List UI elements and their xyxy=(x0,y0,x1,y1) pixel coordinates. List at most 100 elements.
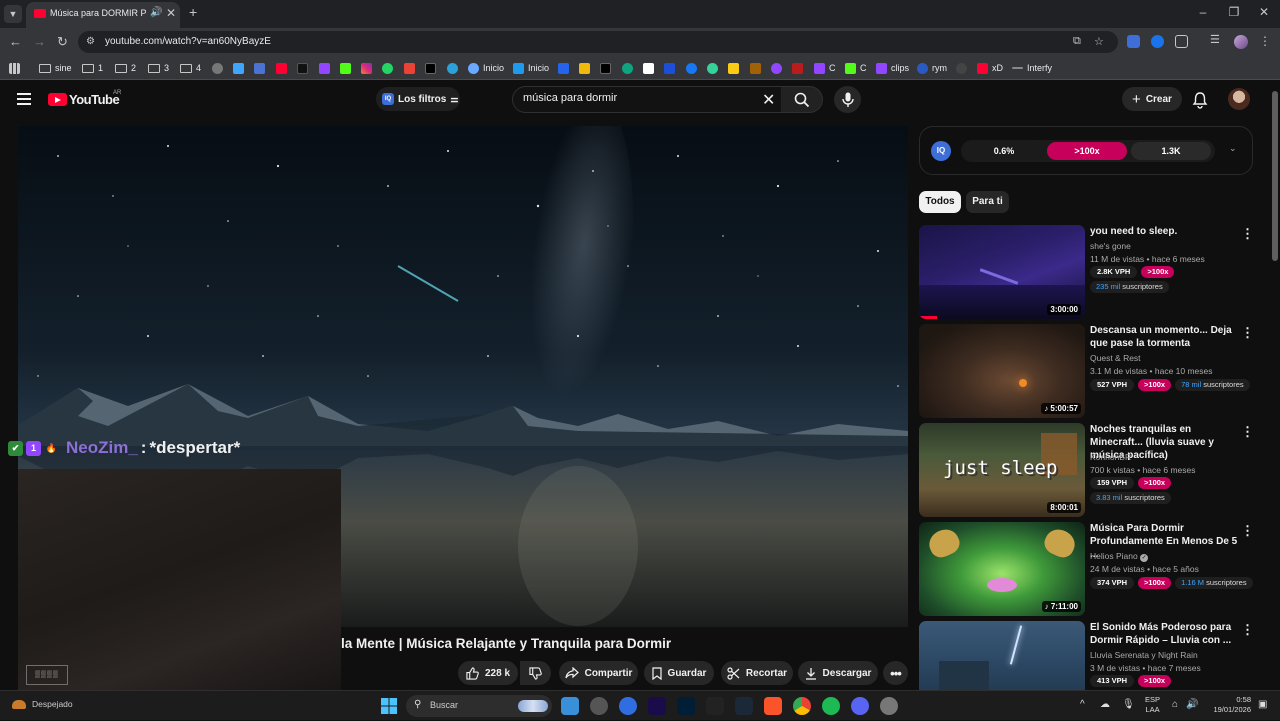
facebook-bookmark-icon[interactable] xyxy=(686,61,697,75)
bookmark-icon[interactable] xyxy=(750,61,761,75)
gmail-bookmark-icon[interactable] xyxy=(404,61,415,75)
minimize-button[interactable]: – xyxy=(1193,5,1213,19)
video-title[interactable]: Descansa un momento... Deja que pase la … xyxy=(1090,324,1238,350)
channel-name[interactable]: Helios Piano ✓ xyxy=(1090,551,1149,562)
chip-for-you[interactable]: Para ti xyxy=(966,191,1009,213)
video-title[interactable]: you need to sleep. xyxy=(1090,225,1238,238)
forward-button[interactable]: → xyxy=(33,34,46,49)
more-vertical-icon[interactable]: ⋮ xyxy=(1241,622,1254,638)
recommendation-item[interactable]: El Sonido Más Poderoso para Dormir Rápid… xyxy=(919,621,1263,690)
speaker-icon[interactable]: 🔊 xyxy=(150,7,162,18)
clip-button[interactable]: Recortar xyxy=(721,661,793,685)
clear-search-icon[interactable]: ✕ xyxy=(762,90,775,110)
filters-button[interactable]: IQ Los filtros ⚌ xyxy=(376,87,460,111)
bookmark-icon[interactable] xyxy=(233,61,244,75)
chip-all[interactable]: Todos xyxy=(919,191,961,213)
video-thumbnail[interactable]: 3:00:00 xyxy=(919,225,1085,319)
chrome-icon[interactable] xyxy=(793,697,811,715)
share-button[interactable]: Compartir xyxy=(559,661,638,685)
bookmark-interfy[interactable]: Interfy xyxy=(1012,61,1052,75)
video-thumbnail[interactable]: just sleep 8:00:01 xyxy=(919,423,1085,517)
bookmark-folder-4[interactable]: 4 xyxy=(180,61,201,75)
app-icon[interactable] xyxy=(619,697,637,715)
user-avatar[interactable] xyxy=(1228,88,1250,110)
video-thumbnail[interactable]: ♪ 7:11:00 xyxy=(919,522,1085,616)
binance-bookmark-icon[interactable] xyxy=(579,61,590,75)
youtube-logo-text[interactable]: YouTube xyxy=(69,92,120,107)
chrome-profile-avatar[interactable] xyxy=(1234,35,1248,49)
site-info-icon[interactable]: ⚙ xyxy=(86,36,95,47)
bookmark-folder-1[interactable]: 1 xyxy=(82,61,103,75)
bookmark-icon[interactable] xyxy=(643,61,654,75)
outlier-stat[interactable]: >100x xyxy=(1047,142,1127,160)
bookmark-icon[interactable] xyxy=(771,61,782,75)
new-tab-button[interactable]: + xyxy=(189,4,197,20)
channel-name[interactable]: Quest & Rest xyxy=(1090,353,1141,363)
x-bookmark-icon[interactable] xyxy=(600,61,611,75)
bookmark-folder-sine[interactable]: sine xyxy=(39,61,72,75)
taskbar-search[interactable]: ⚲ Buscar xyxy=(406,695,552,717)
youtube-bookmark-icon[interactable] xyxy=(276,61,287,75)
address-bar[interactable]: ⚙ youtube.com/watch?v=an60NyBayzE ⧉ ☆ xyxy=(78,31,1118,53)
search-box[interactable]: ✕ xyxy=(512,86,782,113)
youtube-logo-icon[interactable] xyxy=(48,93,67,106)
recommendation-item[interactable]: 3:00:00 you need to sleep. she's gone 11… xyxy=(919,225,1263,319)
epic-games-icon[interactable] xyxy=(706,697,724,715)
tab-search-button[interactable]: ▼ xyxy=(4,5,22,23)
page-scrollbar[interactable] xyxy=(1272,91,1278,261)
more-vertical-icon[interactable]: ⋮ xyxy=(1241,226,1254,242)
bookmark-icon[interactable] xyxy=(558,61,569,75)
kick-bookmark-icon[interactable] xyxy=(340,61,351,75)
like-button[interactable]: 228 k xyxy=(458,661,518,685)
engagement-stat[interactable]: 0.6% xyxy=(963,142,1045,160)
save-button[interactable]: Guardar xyxy=(644,661,714,685)
bookmark-folder-2[interactable]: 2 xyxy=(115,61,136,75)
telegram-bookmark-icon[interactable] xyxy=(447,61,458,75)
channel-name[interactable]: Lluvia Serenata y Night Rain xyxy=(1090,650,1198,660)
url-text[interactable]: youtube.com/watch?v=an60NyBayzE xyxy=(105,36,271,47)
cloud-icon[interactable]: ☁ xyxy=(1100,699,1110,710)
bookmark-icon[interactable] xyxy=(254,61,265,75)
recommendation-item[interactable]: just sleep 8:00:01 Noches tranquilas en … xyxy=(919,423,1263,517)
voice-search-button[interactable] xyxy=(834,86,861,113)
bookmark-icon[interactable] xyxy=(707,61,718,75)
tab-close-icon[interactable]: ✕ xyxy=(166,6,176,20)
bookmark-inicio[interactable]: Inicio xyxy=(468,61,504,75)
more-vertical-icon[interactable]: ⋮ xyxy=(1241,424,1254,440)
bookmark-icon[interactable] xyxy=(728,61,739,75)
x-bookmark-icon[interactable] xyxy=(425,61,436,75)
task-view-icon[interactable] xyxy=(561,697,579,715)
apps-grid-icon[interactable] xyxy=(9,61,20,75)
video-thumbnail[interactable] xyxy=(919,621,1085,690)
bookmark-icon[interactable] xyxy=(956,61,967,75)
notifications-button[interactable] xyxy=(1192,91,1208,109)
more-actions-button[interactable]: ••• xyxy=(883,661,908,685)
volume-icon[interactable]: 🔊 xyxy=(1186,699,1198,710)
tiktok-bookmark-icon[interactable] xyxy=(297,61,308,75)
extension-icon[interactable] xyxy=(1151,35,1164,48)
menu-icon[interactable] xyxy=(17,93,31,105)
video-thumbnail[interactable]: ♪ 5:00:57 xyxy=(919,324,1085,418)
translate-extension-icon[interactable] xyxy=(1127,35,1140,48)
network-icon[interactable]: ⌂ xyxy=(1172,699,1178,710)
bookmark-xd[interactable]: xD xyxy=(977,61,1003,75)
language-indicator[interactable]: ESP LAA xyxy=(1145,695,1160,715)
chrome-menu-icon[interactable]: ⋮ xyxy=(1259,34,1271,48)
settings-gear-icon[interactable] xyxy=(880,697,898,715)
clock[interactable]: 0:58 19/01/2026 xyxy=(1203,695,1251,715)
recommendation-item[interactable]: ♪ 7:11:00 Música Para Dormir Profundamen… xyxy=(919,522,1263,616)
extensions-puzzle-icon[interactable] xyxy=(1175,35,1188,48)
bookmark-folder-3[interactable]: 3 xyxy=(148,61,169,75)
brave-icon[interactable] xyxy=(764,697,782,715)
twitch-bookmark-icon[interactable] xyxy=(319,61,330,75)
premiere-pro-icon[interactable] xyxy=(648,697,666,715)
bookmark-c-twitch[interactable]: C xyxy=(814,61,836,75)
views-per-hour-stat[interactable]: 1.3K xyxy=(1131,142,1211,160)
create-button[interactable]: + Crear xyxy=(1122,87,1182,111)
channel-name[interactable]: she's gone xyxy=(1090,241,1131,251)
instagram-bookmark-icon[interactable] xyxy=(361,61,372,75)
bookmark-clips[interactable]: clips xyxy=(876,61,909,75)
whatsapp-bookmark-icon[interactable] xyxy=(382,61,393,75)
bookmark-icon[interactable] xyxy=(792,61,803,75)
discord-icon[interactable] xyxy=(851,697,869,715)
